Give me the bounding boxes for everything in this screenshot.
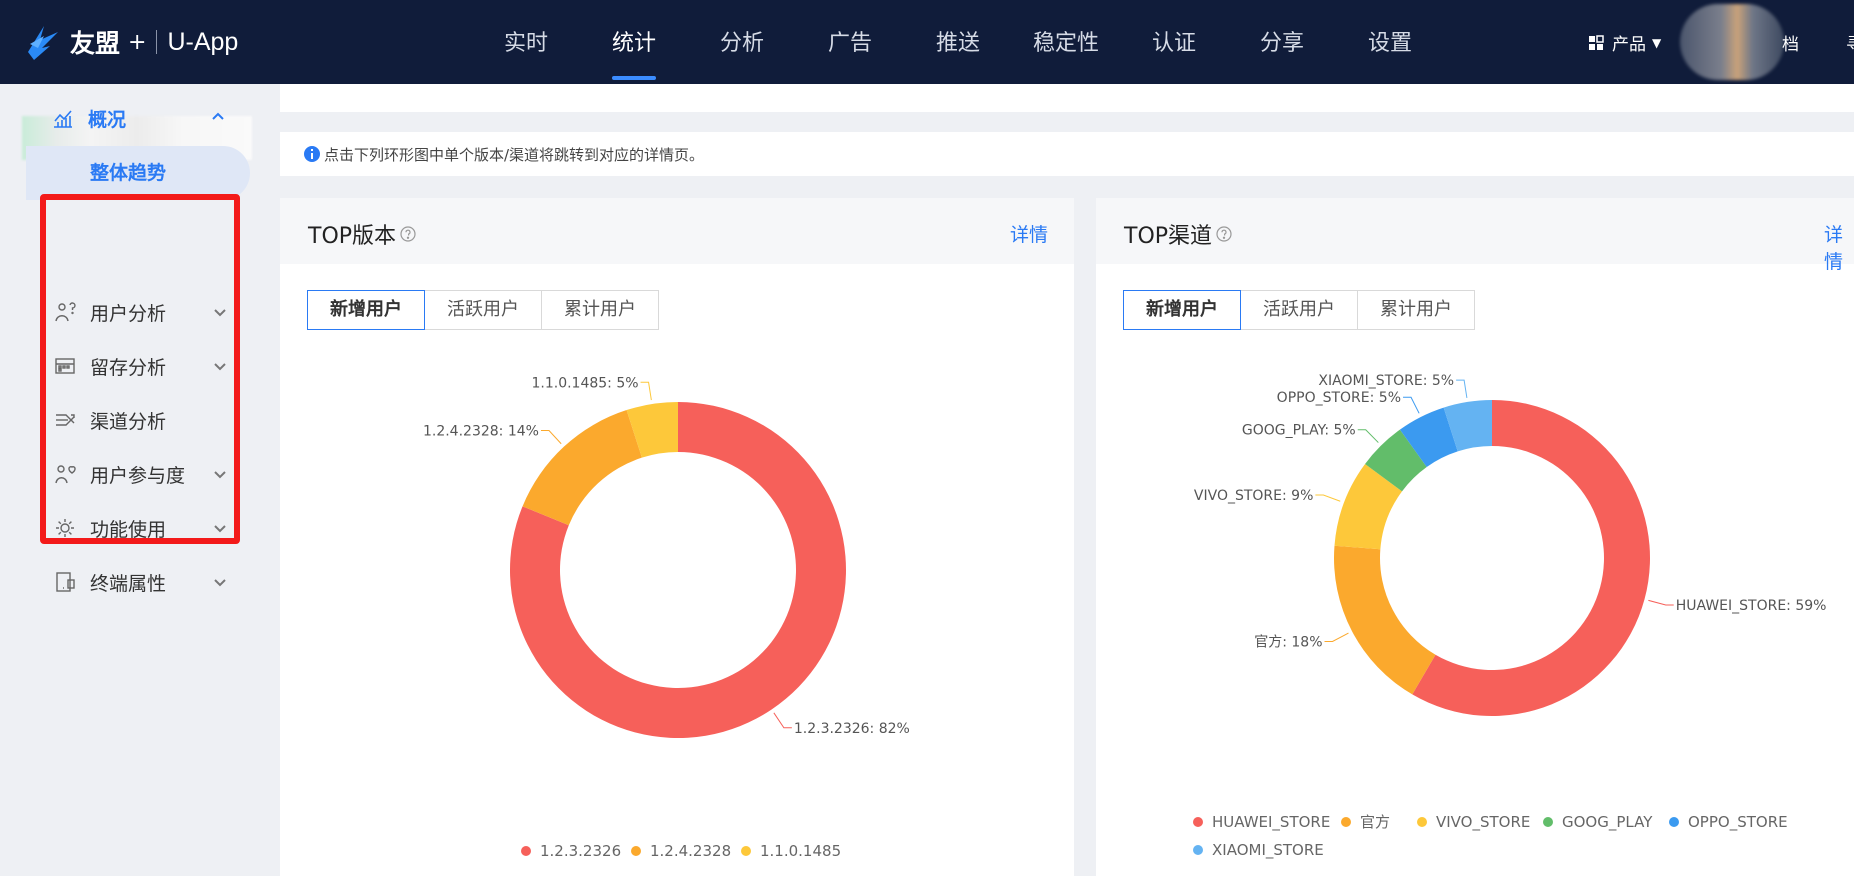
- user-analysis-icon: [55, 302, 76, 322]
- slice-label: 1.2.3.2326: 82%: [794, 721, 910, 737]
- slice-label: GOOG_PLAY: 5%: [1242, 423, 1356, 439]
- nav-tab[interactable]: 设置: [1336, 0, 1444, 84]
- retention-grid-icon: [55, 358, 75, 374]
- nav-tab[interactable]: 实时: [472, 0, 580, 84]
- legend-marker[interactable]: [1417, 817, 1427, 827]
- sidebar-item-overview[interactable]: 概况: [52, 100, 232, 136]
- sidebar-item-label: 终端属性: [90, 572, 167, 595]
- info-notice-text: 点击下列环形图中单个版本/渠道将跳转到对应的详情页。: [324, 145, 705, 164]
- donut-slice[interactable]: [522, 410, 642, 526]
- sidebar-item[interactable]: 用户参与度: [54, 458, 234, 490]
- slice-leader-line: [773, 712, 792, 729]
- umeng-bird-logo-icon: [28, 26, 58, 60]
- legend-label[interactable]: XIAOMI_STORE: [1212, 841, 1324, 860]
- top-navigation-bar: 友盟 + U-App 实时统计分析广告推送稳定性认证分享设置 产品 ▼ 档 寻: [0, 0, 1854, 84]
- brand-app-name: U-App: [167, 27, 239, 56]
- chevron-down-icon[interactable]: [212, 574, 228, 590]
- slice-label: 1.1.0.1485: 5%: [531, 375, 638, 391]
- nav-tab[interactable]: 广告: [796, 0, 904, 84]
- legend-marker[interactable]: [1669, 817, 1679, 827]
- info-icon: [304, 146, 320, 162]
- legend-marker[interactable]: [741, 846, 751, 856]
- product-label: 产品: [1612, 35, 1646, 55]
- slice-label: OPPO_STORE: 5%: [1277, 390, 1401, 406]
- slice-label: VIVO_STORE: 9%: [1194, 488, 1313, 504]
- brand-plus: +: [128, 29, 147, 55]
- sidebar-subitem-overall-trend[interactable]: 整体趋势: [26, 146, 250, 200]
- brand-logo-link[interactable]: 友盟 + U-App: [24, 22, 238, 62]
- legend-marker[interactable]: [1193, 845, 1203, 855]
- slice-leader-line: [540, 430, 562, 445]
- legend-label[interactable]: 官方: [1360, 813, 1390, 831]
- sidebar-item-label: 留存分析: [90, 356, 167, 379]
- slice-label: HUAWEI_STORE: 59%: [1676, 598, 1827, 614]
- slice-leader-line: [1357, 429, 1379, 443]
- nav-tab[interactable]: 分享: [1228, 0, 1336, 84]
- legend-marker[interactable]: [1193, 817, 1203, 827]
- sidebar-item[interactable]: 留存分析: [54, 350, 234, 382]
- engagement-icon: [55, 465, 76, 484]
- info-notice-bar: 点击下列环形图中单个版本/渠道将跳转到对应的详情页。: [280, 132, 1854, 176]
- metric-tab[interactable]: 新增用户: [307, 290, 425, 330]
- sidebar-item[interactable]: 渠道分析: [54, 404, 234, 436]
- product-switcher[interactable]: 产品 ▼: [1588, 30, 1661, 55]
- nav-tab[interactable]: 统计: [580, 0, 688, 84]
- chevron-down-icon[interactable]: [212, 304, 228, 320]
- top-content-strip: [280, 84, 1854, 112]
- slice-leader-line: [1648, 599, 1674, 606]
- sidebar-item-label: 用户分析: [90, 302, 167, 325]
- main-nav-tabs: 实时 统计 分析 广告 推送 稳定性 认证 分享 设置: [472, 0, 1444, 84]
- channel-flow-icon: [56, 414, 75, 426]
- legend-marker[interactable]: [1341, 817, 1351, 827]
- brand-separator: [156, 30, 158, 54]
- apps-grid-icon: [1589, 34, 1604, 50]
- donut-slice[interactable]: [1334, 545, 1436, 695]
- docs-link[interactable]: 档: [1782, 30, 1799, 55]
- slice-label: 1.2.4.2328: 14%: [423, 424, 539, 440]
- legend-marker[interactable]: [521, 846, 531, 856]
- chevron-down-icon[interactable]: [212, 358, 228, 374]
- legend-label[interactable]: 1.2.4.2328: [650, 842, 731, 860]
- legend-label[interactable]: VIVO_STORE: [1436, 813, 1530, 832]
- nav-tab[interactable]: 稳定性: [1012, 0, 1120, 84]
- slice-leader-line: [1324, 632, 1349, 642]
- user-avatar[interactable]: [1680, 4, 1784, 80]
- nav-tab[interactable]: 推送: [904, 0, 1012, 84]
- slice-label: 官方: 18%: [1254, 634, 1322, 650]
- nav-overflow-link[interactable]: 寻: [1846, 30, 1854, 55]
- brand-name: 友盟: [70, 29, 121, 58]
- gear-icon: [56, 519, 74, 537]
- sidebar-item-label: 概况: [88, 108, 127, 131]
- legend-marker[interactable]: [1543, 817, 1553, 827]
- sidebar-item[interactable]: 功能使用: [54, 512, 234, 544]
- sidebar-item[interactable]: 用户分析: [54, 296, 234, 328]
- top-channel-card: TOP渠道 详情 新增用户 活跃用户 累计用户 HUAWEI_STORE: 59% 官…: [1096, 198, 1854, 876]
- slice-leader-line: [640, 381, 652, 401]
- legend-label[interactable]: GOOG_PLAY: [1562, 813, 1653, 832]
- slice-leader-line: [1456, 379, 1468, 399]
- caret-down-icon: ▼: [1652, 35, 1662, 50]
- trend-chart-icon: [54, 110, 72, 128]
- legend-label[interactable]: OPPO_STORE: [1688, 813, 1788, 832]
- top-version-card: TOP版本 详情 新增用户 活跃用户 累计用户 1.2.3.2326: 82% 1.2…: [280, 198, 1074, 876]
- slice-label: XIAOMI_STORE: 5%: [1318, 373, 1454, 389]
- slice-leader-line: [1403, 396, 1420, 414]
- legend-label[interactable]: HUAWEI_STORE: [1212, 813, 1330, 832]
- legend-label[interactable]: 1.1.0.1485: [760, 842, 841, 860]
- sidebar-item-label: 用户参与度: [90, 464, 186, 487]
- chevron-down-icon[interactable]: [212, 520, 228, 536]
- sidebar-item-label: 渠道分析: [90, 410, 167, 433]
- chevron-up-icon[interactable]: [210, 108, 226, 124]
- metric-tab[interactable]: 新增用户: [1123, 290, 1241, 330]
- nav-tab[interactable]: 分析: [688, 0, 796, 84]
- slice-leader-line: [1315, 494, 1341, 502]
- sidebar-item-label: 功能使用: [90, 518, 167, 541]
- legend-label[interactable]: 1.2.3.2326: [540, 842, 621, 860]
- legend-marker[interactable]: [631, 846, 641, 856]
- device-icon: [56, 572, 75, 592]
- sidebar-item[interactable]: 终端属性: [54, 566, 234, 598]
- chevron-down-icon[interactable]: [212, 466, 228, 482]
- nav-tab[interactable]: 认证: [1120, 0, 1228, 84]
